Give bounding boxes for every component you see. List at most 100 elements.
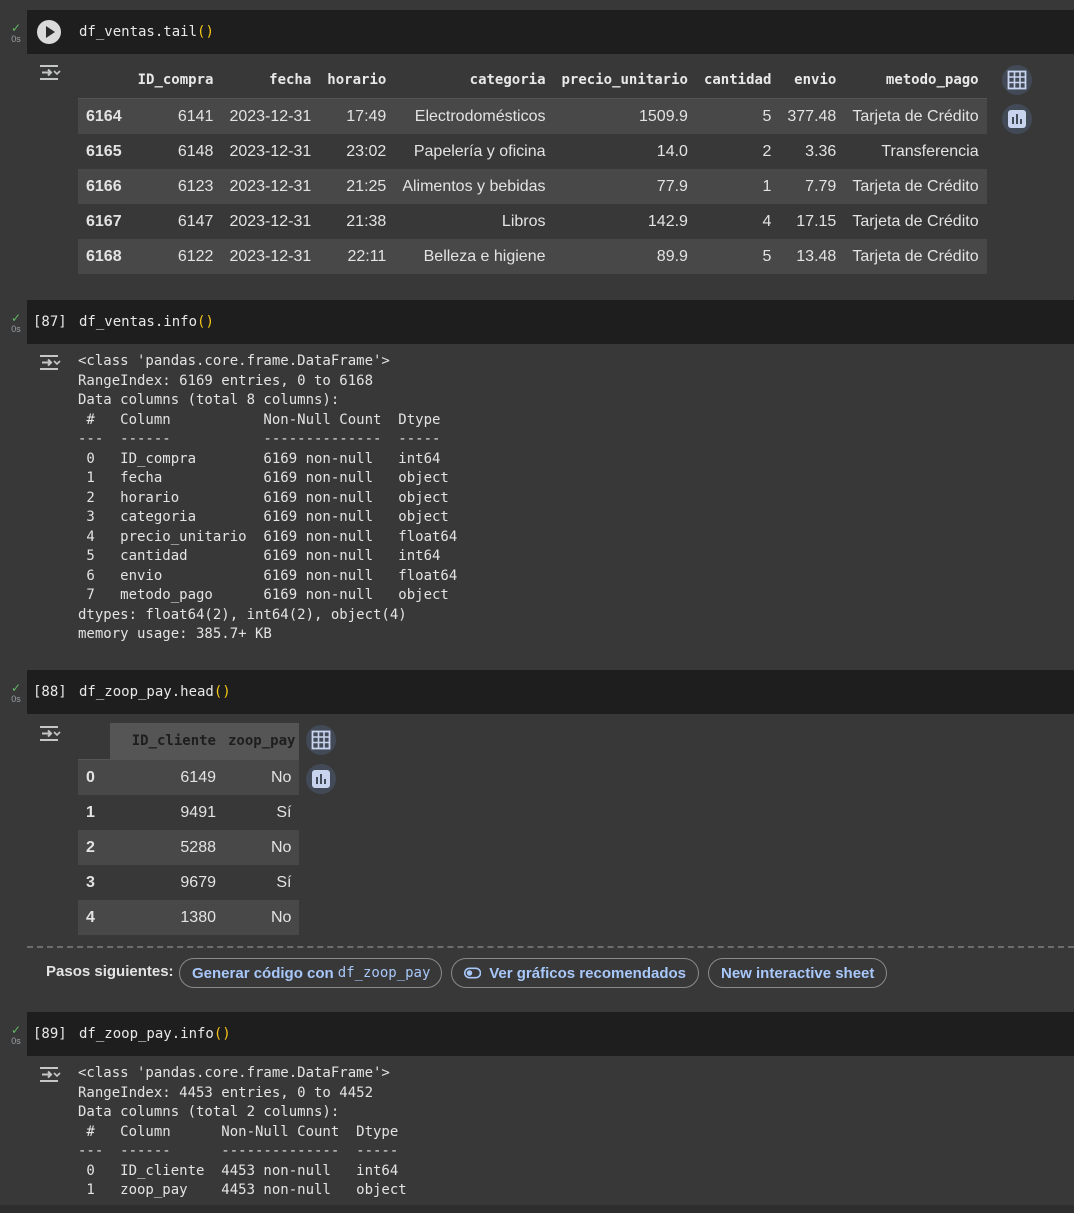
table-cell: No [224, 900, 300, 935]
bar-chart-icon [312, 770, 330, 788]
table-cell: 17:49 [319, 98, 395, 134]
table-cell: 4 [695, 204, 780, 239]
recommended-charts-button[interactable]: Ver gráficos recomendados [451, 958, 699, 988]
table-cell: 2023-12-31 [221, 204, 320, 239]
row-index: 0 [78, 759, 110, 795]
table-cell: 1 [695, 169, 780, 204]
table-cell: 6147 [129, 204, 222, 239]
column-header: categoria [394, 62, 554, 99]
execution-count[interactable]: [89] [33, 1025, 67, 1043]
row-index: 2 [78, 830, 110, 865]
column-header: ID_compra [129, 62, 222, 99]
column-header: metodo_pago [844, 62, 987, 99]
row-index: 6166 [78, 169, 130, 204]
row-index: 1 [78, 795, 110, 830]
table-cell: 13.48 [779, 239, 845, 274]
column-header: horario [319, 62, 395, 99]
index-header [78, 62, 130, 99]
check-icon: ✓ [10, 681, 22, 695]
output-toggle-icon[interactable] [38, 63, 62, 83]
row-index: 4 [78, 900, 110, 935]
cell-status: ✓ 0s [6, 682, 26, 705]
code-line[interactable]: df_ventas.tail() [79, 23, 214, 41]
table-cell: Sí [224, 865, 300, 900]
table-cell: Electrodomésticos [394, 98, 554, 134]
suggest-charts-button[interactable] [1002, 104, 1032, 134]
table-cell: 17.15 [779, 204, 845, 239]
table-cell: 6149 [110, 759, 224, 795]
column-header: fecha [221, 62, 320, 99]
table-cell: Sí [224, 795, 300, 830]
table-header-row: ID_cliente zoop_pay [78, 723, 300, 760]
cell-status: ✓ 0s [6, 312, 26, 335]
table-cell: 2023-12-31 [221, 239, 320, 274]
table-row: 6167 6147 2023-12-31 21:38 Libros 142.9 4 17.15… [78, 204, 987, 239]
code-line[interactable]: df_ventas.info() [79, 313, 214, 331]
row-index: 3 [78, 865, 110, 900]
table-cell: Tarjeta de Crédito [844, 169, 987, 204]
table-cell: No [224, 830, 300, 865]
table-cell: Tarjeta de Crédito [844, 204, 987, 239]
table-row: 1 9491 Sí [78, 795, 300, 830]
run-cell-button[interactable] [37, 20, 61, 44]
table-cell: Belleza e higiene [394, 239, 554, 274]
section-divider [27, 946, 1074, 948]
code-line[interactable]: df_zoop_pay.info() [79, 1025, 231, 1043]
table-cell: 77.9 [553, 169, 696, 204]
table-cell: Tarjeta de Crédito [844, 98, 987, 134]
column-header: envio [779, 62, 845, 99]
column-header: zoop_pay [224, 723, 300, 760]
next-steps-label: Pasos siguientes: [46, 963, 174, 980]
row-index: 6165 [78, 134, 130, 169]
toggle-switch-icon [464, 967, 482, 979]
table-row: 6166 6123 2023-12-31 21:25 Alimentos y bebid… [78, 169, 987, 204]
column-header: precio_unitario [553, 62, 696, 99]
dataframe-table: ID_compra fecha horario categoria precio… [78, 62, 987, 274]
table-cell: 6141 [129, 98, 222, 134]
table-header-row: ID_compra fecha horario categoria precio… [78, 62, 987, 99]
cell-status: ✓ 0s [6, 22, 26, 45]
table-cell: 23:02 [319, 134, 395, 169]
table-cell: 9679 [110, 865, 224, 900]
table-cell: 2023-12-31 [221, 169, 320, 204]
suggest-charts-button[interactable] [306, 764, 336, 794]
dataframe-table: ID_cliente zoop_pay 0 6149 No 1 9491 Sí 2 5288 N… [78, 723, 300, 935]
output-toggle-icon[interactable] [38, 1065, 62, 1085]
new-interactive-sheet-button[interactable]: New interactive sheet [708, 958, 887, 988]
table-cell: 2023-12-31 [221, 134, 320, 169]
table-cell: 3.36 [779, 134, 845, 169]
table-cell: 1509.9 [553, 98, 696, 134]
table-view-button[interactable] [306, 725, 336, 755]
cell-status: ✓ 0s [6, 1024, 26, 1047]
index-header [78, 723, 110, 760]
row-index: 6168 [78, 239, 130, 274]
table-cell: No [224, 759, 300, 795]
table-cell: 377.48 [779, 98, 845, 134]
generate-code-button[interactable]: Generar código con df_zoop_pay [179, 958, 442, 988]
table-cell: 142.9 [553, 204, 696, 239]
execution-count[interactable]: [87] [33, 313, 67, 331]
output-toggle-icon[interactable] [38, 724, 62, 744]
table-cell: Papelería y oficina [394, 134, 554, 169]
table-row: 4 1380 No [78, 900, 300, 935]
table-cell: 1380 [110, 900, 224, 935]
row-index: 6167 [78, 204, 130, 239]
table-cell: Transferencia [844, 134, 987, 169]
check-icon: ✓ [10, 311, 22, 325]
check-icon: ✓ [10, 21, 22, 35]
execution-count[interactable]: [88] [33, 683, 67, 701]
table-cell: 5288 [110, 830, 224, 865]
table-view-button[interactable] [1002, 65, 1032, 95]
table-cell: 7.79 [779, 169, 845, 204]
column-header: ID_cliente [110, 723, 224, 760]
table-cell: 5 [695, 98, 780, 134]
window-bottom-edge [0, 1205, 1074, 1213]
table-row: 6165 6148 2023-12-31 23:02 Papelería y ofici… [78, 134, 987, 169]
table-cell: Tarjeta de Crédito [844, 239, 987, 274]
code-line[interactable]: df_zoop_pay.head() [79, 683, 231, 701]
check-icon: ✓ [10, 1023, 22, 1037]
info-output: <class 'pandas.core.frame.DataFrame'> Ra… [78, 353, 458, 642]
table-cell: Libros [394, 204, 554, 239]
table-grid-icon [311, 730, 331, 750]
output-toggle-icon[interactable] [38, 353, 62, 373]
